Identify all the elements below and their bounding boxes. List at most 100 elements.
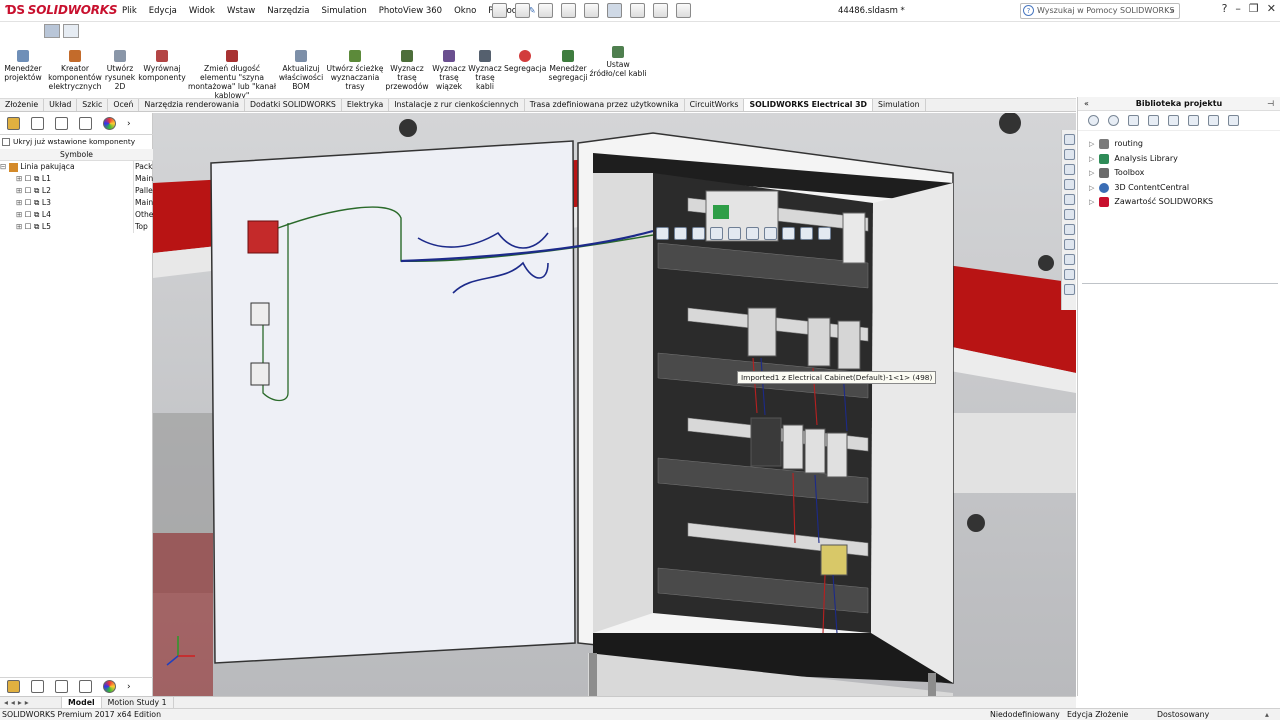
tab-zlozenie[interactable]: Złożenie [0, 99, 45, 111]
scene-icon[interactable] [800, 227, 813, 240]
menu-simulation[interactable]: Simulation [315, 0, 372, 22]
add-to-library-icon[interactable] [1128, 115, 1139, 126]
view-toggle-icon[interactable] [44, 24, 60, 38]
tab-uklad[interactable]: Układ [44, 99, 78, 111]
library-item-content-central[interactable]: ▷ 3D ContentCentral [1078, 181, 1280, 196]
tree-item-row[interactable]: ⊞ ☐ ⧉ L3 Main [0, 197, 153, 209]
menu-wstaw[interactable]: Wstaw [221, 0, 261, 22]
library-item-solidworks-content[interactable]: ▷ Zawartość SOLIDWORKS [1078, 195, 1280, 210]
tab-model[interactable]: Model [62, 697, 102, 708]
menu-edycja[interactable]: Edycja [143, 0, 183, 22]
library-item-toolbox[interactable]: ▷ Toolbox [1078, 166, 1280, 181]
display-manager-icon[interactable] [103, 117, 116, 130]
expand-arrow-icon[interactable]: › [127, 682, 131, 692]
property-manager-icon[interactable] [31, 117, 44, 130]
menu-photoview[interactable]: PhotoView 360 [373, 0, 448, 22]
route-wires-button[interactable]: Wyznacz trasę przewodów [385, 50, 429, 91]
forward-icon[interactable] [1108, 115, 1119, 126]
properties-icon[interactable] [1228, 115, 1239, 126]
cable-source-target-button[interactable]: Ustaw źródło/cel kabli [589, 46, 647, 78]
tab-instalacje[interactable]: Instalacje z rur cienkościennych [389, 99, 525, 111]
drawing-2d-button[interactable]: Utwórz rysunek 2D [103, 50, 137, 91]
checkbox-icon[interactable] [2, 137, 10, 146]
dimxpert-icon[interactable] [79, 680, 92, 693]
help-button[interactable]: ? [1222, 2, 1228, 15]
expand-icon[interactable]: ▷ [1089, 137, 1094, 152]
tab-szkic[interactable]: Szkic [77, 99, 109, 111]
tree-item-row[interactable]: ⊞ ☐ ⧉ L5 Top [0, 221, 153, 233]
project-manager-button[interactable]: Menedżer projektów [3, 50, 43, 82]
route-path-button[interactable]: Utwórz ścieżkę wyznaczania trasy [326, 50, 384, 91]
restore-button[interactable]: ❐ [1249, 2, 1259, 15]
tab-dodatki[interactable]: Dodatki SOLIDWORKS [245, 99, 342, 111]
electrical-icon[interactable] [1064, 239, 1075, 250]
route-cables-button[interactable]: Wyznacz trasę kabli [467, 50, 503, 91]
tree-item-row[interactable]: ⊞ ☐ ⧉ L2 Palle [0, 185, 153, 197]
chevron-up-icon[interactable]: ▴ [1265, 709, 1269, 720]
align-components-button[interactable]: Wyrównaj komponenty [138, 50, 186, 82]
zoom-to-area-icon[interactable] [674, 227, 687, 240]
solidworks-logo[interactable]: ƊS SOLIDWORKS [6, 3, 118, 19]
expand-icon[interactable]: ▷ [1089, 181, 1094, 196]
save-icon[interactable] [538, 3, 553, 18]
expand-icon[interactable]: ▷ [1089, 195, 1094, 210]
segregation-button[interactable]: Segregacja [504, 50, 546, 73]
appearance-icon[interactable] [782, 227, 795, 240]
undo-icon[interactable] [584, 3, 599, 18]
forum-icon[interactable] [1064, 269, 1075, 280]
minimize-button[interactable]: – [1235, 2, 1241, 15]
appearances-icon[interactable] [1064, 209, 1075, 220]
tree-item-row[interactable]: ⊞ ☐ ⧉ L4 Othe [0, 209, 153, 221]
design-library-icon[interactable] [1064, 164, 1075, 175]
property-manager-icon[interactable] [31, 680, 44, 693]
display-manager-icon[interactable] [103, 680, 116, 693]
expand-icon[interactable]: ▷ [1089, 166, 1094, 181]
custom-properties-icon[interactable] [1064, 224, 1075, 235]
units-selector[interactable]: Dostosowany [1157, 709, 1209, 720]
print-icon[interactable] [561, 3, 576, 18]
options-gear-icon[interactable] [676, 3, 691, 18]
view-settings-icon[interactable] [818, 227, 831, 240]
view-orientation-icon[interactable] [728, 227, 741, 240]
zoom-to-fit-icon[interactable] [656, 227, 669, 240]
tab-simulation[interactable]: Simulation [873, 99, 926, 111]
tab-narzedzia-renderowania[interactable]: Narzędzia renderowania [139, 99, 246, 111]
display-style-icon[interactable] [746, 227, 759, 240]
component-icon[interactable] [7, 117, 20, 130]
tab-elektryka[interactable]: Elektryka [342, 99, 390, 111]
menu-widok[interactable]: Widok [183, 0, 221, 22]
configuration-icon[interactable] [55, 117, 68, 130]
component-icon[interactable] [7, 680, 20, 693]
segregation-manager-button[interactable]: Menedżer segregacji [547, 50, 589, 82]
view-palette-icon[interactable] [1064, 194, 1075, 205]
file-explorer-icon[interactable] [1064, 179, 1075, 190]
up-folder-icon[interactable] [1208, 115, 1219, 126]
tab-ocen[interactable]: Oceń [108, 99, 140, 111]
menu-narzedzia[interactable]: Narzędzia [261, 0, 315, 22]
configuration-icon[interactable] [55, 680, 68, 693]
tab-scroll-arrows[interactable]: ◂◂▸▸ [0, 697, 62, 708]
create-folder-icon[interactable] [1168, 115, 1179, 126]
collapse-arrow-icon[interactable]: « [1084, 97, 1089, 111]
pin-icon[interactable]: ⊣ [1267, 97, 1274, 111]
panel-divider[interactable] [1082, 283, 1278, 284]
bom-update-button[interactable]: Aktualizuj właściwości BOM [277, 50, 325, 91]
section-view-icon[interactable] [710, 227, 723, 240]
component-wizard-button[interactable]: Kreator komponentów elektrycznych [46, 50, 104, 91]
previous-view-icon[interactable] [692, 227, 705, 240]
help-search-input[interactable]: ? Wyszukaj w Pomocy SOLIDWORKS ⌕ [1020, 3, 1180, 19]
graphics-area[interactable] [153, 113, 1076, 696]
tab-trasa-uzytkownika[interactable]: Trasa zdefiniowana przez użytkownika [525, 99, 685, 111]
hide-show-icon[interactable] [764, 227, 777, 240]
library-item-analysis[interactable]: ▷ Analysis Library [1078, 152, 1280, 167]
home-icon[interactable] [1064, 134, 1075, 145]
hide-inserted-checkbox[interactable]: Ukryj już wstawione komponenty [2, 137, 135, 146]
tree-root-row[interactable]: ⊟ Linia pakująca Pack [0, 161, 153, 173]
dimxpert-icon[interactable] [79, 117, 92, 130]
close-button[interactable]: ✕ [1267, 2, 1276, 15]
library-item-routing[interactable]: ▷ routing [1078, 137, 1280, 152]
resources-icon[interactable] [1064, 149, 1075, 160]
menu-okno[interactable]: Okno [448, 0, 482, 22]
back-icon[interactable] [1088, 115, 1099, 126]
select-icon[interactable] [607, 3, 622, 18]
